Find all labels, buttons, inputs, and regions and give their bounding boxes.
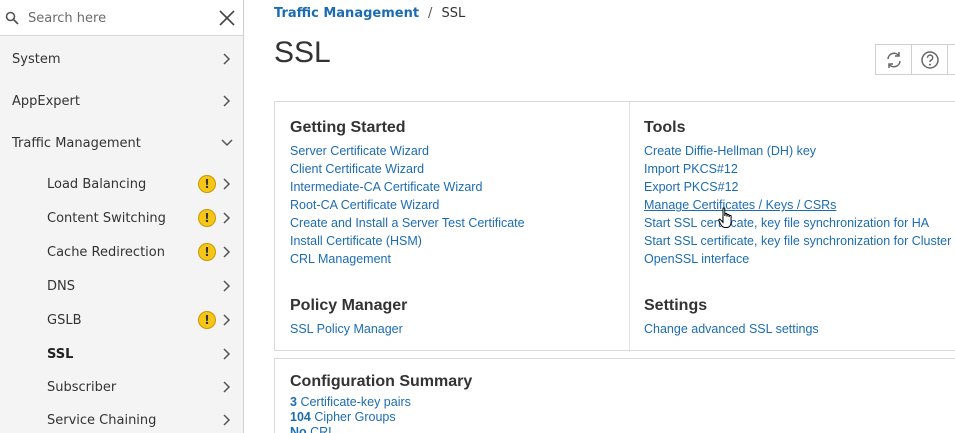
sidebar-item-label: System: [12, 51, 61, 67]
summary-cipher-groups[interactable]: 104 Cipher Groups: [290, 410, 396, 425]
intermediate-ca-certificate-wizard-link[interactable]: Intermediate-CA Certificate Wizard: [290, 178, 525, 196]
main-content: Traffic Management / SSL SSL Getting Start…: [244, 0, 955, 433]
summary-label: Certificate-key pairs: [300, 395, 411, 409]
breadcrumb: Traffic Management / SSL: [274, 6, 465, 21]
breadcrumb-separator: /: [428, 6, 433, 21]
page-toolbar: [875, 44, 955, 75]
summary-label: Cipher Groups: [314, 410, 396, 424]
manage-certificates-link[interactable]: Manage Certificates / Keys / CSRs: [644, 196, 951, 214]
close-icon[interactable]: [217, 8, 237, 28]
client-certificate-wizard-link[interactable]: Client Certificate Wizard: [290, 160, 525, 178]
create-install-test-certificate-link[interactable]: Create and Install a Server Test Certifi…: [290, 214, 525, 232]
sync-ha-link[interactable]: Start SSL certificate, key file synchron…: [644, 214, 951, 232]
install-certificate-hsm-link[interactable]: Install Certificate (HSM): [290, 232, 525, 250]
hand-cursor-icon: [718, 207, 732, 228]
chevron-right-icon: [223, 414, 231, 426]
warning-icon: !: [198, 243, 216, 261]
getting-started-section: Getting Started Server Certificate Wizar…: [290, 119, 525, 268]
sidebar-item-label: Service Chaining: [47, 412, 157, 428]
sidebar-item-label: AppExpert: [12, 93, 80, 109]
ssl-overview-panel: Getting Started Server Certificate Wizar…: [274, 101, 955, 352]
chevron-right-icon: [223, 280, 231, 292]
export-pkcs12-link[interactable]: Export PKCS#12: [644, 178, 951, 196]
sidebar-item-label: GSLB: [47, 312, 82, 328]
create-dh-key-link[interactable]: Create Diffie-Hellman (DH) key: [644, 142, 951, 160]
search-input[interactable]: [28, 6, 208, 30]
policy-manager-section: Policy Manager SSL Policy Manager: [290, 297, 407, 338]
ssl-policy-manager-link[interactable]: SSL Policy Manager: [290, 320, 407, 338]
chevron-right-icon: [223, 53, 231, 65]
chevron-right-icon: [223, 95, 231, 107]
tools-title: Tools: [644, 119, 686, 136]
sidebar: System AppExpert Traffic Management Load…: [0, 0, 244, 433]
chevron-right-icon: [223, 212, 231, 224]
sidebar-item-label: Traffic Management: [12, 135, 141, 151]
sidebar-item-system[interactable]: System: [0, 43, 243, 75]
warning-icon: !: [198, 209, 216, 227]
warning-icon: !: [198, 175, 216, 193]
getting-started-title: Getting Started: [290, 119, 406, 136]
sidebar-item-label: DNS: [47, 278, 75, 294]
chevron-right-icon: [223, 348, 231, 360]
policy-manager-title: Policy Manager: [290, 297, 408, 314]
sidebar-item-label: Load Balancing: [47, 176, 147, 192]
tools-section: Tools Create Diffie-Hellman (DH) key Imp…: [644, 119, 951, 268]
breadcrumb-current: SSL: [441, 6, 466, 21]
help-icon: [920, 50, 939, 69]
panel-divider: [629, 102, 630, 352]
advanced-ssl-settings-link[interactable]: Change advanced SSL settings: [644, 320, 819, 338]
sidebar-search: [0, 0, 243, 36]
summary-certificate-key-pairs[interactable]: 3 Certificate-key pairs: [290, 395, 411, 410]
summary-count: 104: [290, 410, 311, 424]
sidebar-item-label: SSL: [47, 346, 74, 362]
breadcrumb-traffic-management[interactable]: Traffic Management: [274, 6, 419, 21]
chevron-right-icon: [223, 381, 231, 393]
import-pkcs12-link[interactable]: Import PKCS#12: [644, 160, 951, 178]
server-certificate-wizard-link[interactable]: Server Certificate Wizard: [290, 142, 525, 160]
summary-count: 3: [290, 395, 297, 409]
refresh-icon: [886, 51, 901, 68]
sidebar-item-label: Subscriber: [47, 379, 117, 395]
help-button[interactable]: [912, 45, 948, 74]
sidebar-item-dns[interactable]: DNS: [0, 270, 243, 302]
sidebar-item-traffic-management[interactable]: Traffic Management: [0, 127, 243, 159]
sidebar-item-ssl[interactable]: SSL: [0, 338, 243, 370]
warning-icon: !: [198, 311, 216, 329]
chevron-down-icon: [221, 139, 233, 147]
refresh-button[interactable]: [876, 45, 912, 74]
settings-title: Settings: [644, 297, 708, 314]
sidebar-item-label: Cache Redirection: [47, 244, 165, 260]
sync-cluster-link[interactable]: Start SSL certificate, key file synchron…: [644, 232, 951, 250]
crl-management-link[interactable]: CRL Management: [290, 250, 525, 268]
chevron-right-icon: [223, 314, 231, 326]
sidebar-item-appexpert[interactable]: AppExpert: [0, 85, 243, 117]
sidebar-item-label: Content Switching: [47, 210, 166, 226]
sidebar-item-load-balancing[interactable]: Load Balancing !: [0, 168, 243, 200]
sidebar-item-subscriber[interactable]: Subscriber: [0, 371, 243, 403]
chevron-right-icon: [223, 178, 231, 190]
page-title: SSL: [274, 36, 331, 69]
sidebar-item-service-chaining[interactable]: Service Chaining: [0, 404, 243, 433]
openssl-interface-link[interactable]: OpenSSL interface: [644, 250, 951, 268]
root-ca-certificate-wizard-link[interactable]: Root-CA Certificate Wizard: [290, 196, 525, 214]
configuration-summary-title: Configuration Summary: [290, 373, 473, 390]
summary-count: No: [290, 425, 307, 433]
sidebar-item-gslb[interactable]: GSLB !: [0, 304, 243, 336]
search-icon: [5, 11, 19, 25]
chevron-right-icon: [223, 246, 231, 258]
sidebar-item-cache-redirection[interactable]: Cache Redirection !: [0, 236, 243, 268]
summary-crl[interactable]: No CRL: [290, 425, 335, 433]
configuration-summary-panel: Configuration Summary 3 Certificate-key …: [274, 358, 955, 433]
settings-section: Settings Change advanced SSL settings: [644, 297, 819, 338]
summary-label: CRL: [310, 425, 336, 433]
sidebar-item-content-switching[interactable]: Content Switching !: [0, 202, 243, 234]
